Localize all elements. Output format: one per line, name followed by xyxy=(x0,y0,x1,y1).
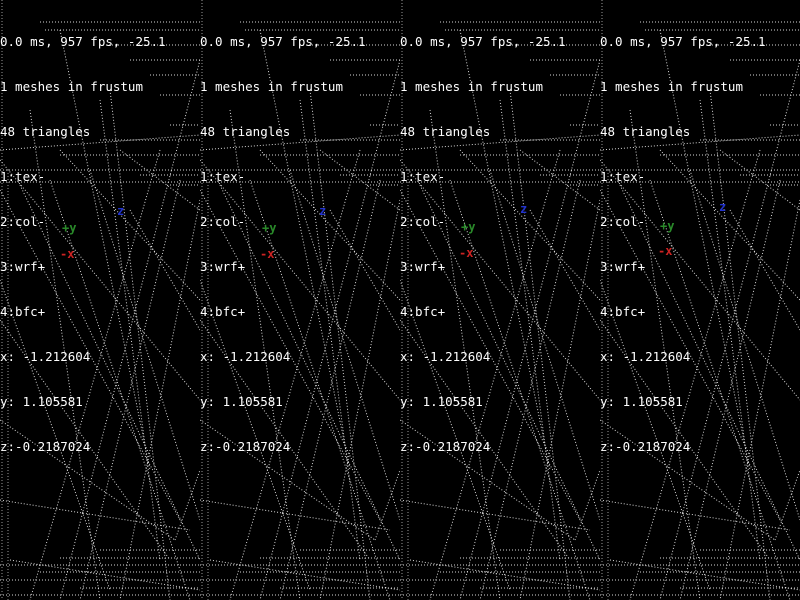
axis-label-x: -x xyxy=(658,244,673,258)
axis-label-y: +y xyxy=(62,221,77,235)
hud-pos-x: x: -1.212604 xyxy=(200,349,291,364)
axis-label-x: -x xyxy=(60,247,75,261)
hud-timing: 0.0 ms, 957 fps, -25.1 xyxy=(200,34,366,49)
axis-label-z: z xyxy=(719,200,727,214)
hud-triangle-count: 48 triangles xyxy=(200,124,291,139)
hud-toggle-tex: 1:tex- xyxy=(400,169,446,184)
axis-label-z: z xyxy=(319,204,327,218)
hud-pos-y: y: 1.105581 xyxy=(400,394,483,409)
hud-toggle-tex: 1:tex- xyxy=(200,169,246,184)
hud-toggle-col: 2:col- xyxy=(600,214,646,229)
hud-timing: 0.0 ms, 957 fps, -25.1 xyxy=(400,34,566,49)
axis-label-z: z xyxy=(520,202,528,216)
hud-toggle-tex: 1:tex- xyxy=(600,169,646,184)
hud-mesh-count: 1 meshes in frustum xyxy=(200,79,343,94)
hud-triangle-count: 48 triangles xyxy=(600,124,691,139)
hud-toggle-bfc: 4:bfc+ xyxy=(0,304,46,319)
hud-toggle-col: 2:col- xyxy=(400,214,446,229)
hud-toggle-bfc: 4:bfc+ xyxy=(200,304,246,319)
hud-toggle-wrf: 3:wrf+ xyxy=(0,259,46,274)
hud-pos-y: y: 1.105581 xyxy=(600,394,683,409)
viewport-panel-3: 0.0 ms, 957 fps, -25.1 1 meshes in frust… xyxy=(400,0,600,600)
hud-mesh-count: 1 meshes in frustum xyxy=(400,79,543,94)
viewport-panel-4: 0.0 ms, 957 fps, -25.1 1 meshes in frust… xyxy=(600,0,800,600)
hud-mesh-count: 1 meshes in frustum xyxy=(600,79,743,94)
hud-pos-z: z:-0.2187024 xyxy=(400,439,491,454)
axis-label-y: +y xyxy=(461,220,476,234)
hud-toggle-wrf: 3:wrf+ xyxy=(200,259,246,274)
hud-overlay: 0.0 ms, 957 fps, -25.1 1 meshes in frust… xyxy=(200,4,366,484)
hud-toggle-wrf: 3:wrf+ xyxy=(400,259,446,274)
hud-timing: 0.0 ms, 957 fps, -25.1 xyxy=(600,34,766,49)
hud-overlay: 0.0 ms, 957 fps, -25.1 1 meshes in frust… xyxy=(600,4,766,484)
axis-label-x: -x xyxy=(260,247,275,261)
viewport-panel-1: 0.0 ms, 957 fps, -25.1 1 meshes in frust… xyxy=(0,0,200,600)
viewport-panel-2: 0.0 ms, 957 fps, -25.1 1 meshes in frust… xyxy=(200,0,400,600)
hud-triangle-count: 48 triangles xyxy=(0,124,91,139)
hud-pos-z: z:-0.2187024 xyxy=(600,439,691,454)
hud-overlay: 0.0 ms, 957 fps, -25.1 1 meshes in frust… xyxy=(400,4,566,484)
hud-toggle-col: 2:col- xyxy=(200,214,246,229)
hud-toggle-bfc: 4:bfc+ xyxy=(600,304,646,319)
hud-triangle-count: 48 triangles xyxy=(400,124,491,139)
hud-toggle-wrf: 3:wrf+ xyxy=(600,259,646,274)
render-viewport[interactable]: 0.0 ms, 957 fps, -25.1 1 meshes in frust… xyxy=(0,0,800,600)
axis-label-x: -x xyxy=(459,246,474,260)
hud-timing: 0.0 ms, 957 fps, -25.1 xyxy=(0,34,166,49)
hud-mesh-count: 1 meshes in frustum xyxy=(0,79,143,94)
hud-pos-y: y: 1.105581 xyxy=(0,394,83,409)
hud-pos-z: z:-0.2187024 xyxy=(200,439,291,454)
hud-toggle-col: 2:col- xyxy=(0,214,46,229)
hud-pos-x: x: -1.212604 xyxy=(0,349,91,364)
hud-toggle-tex: 1:tex- xyxy=(0,169,46,184)
hud-pos-z: z:-0.2187024 xyxy=(0,439,91,454)
axis-label-y: +y xyxy=(262,221,277,235)
hud-pos-y: y: 1.105581 xyxy=(200,394,283,409)
axis-label-y: +y xyxy=(660,219,675,233)
hud-toggle-bfc: 4:bfc+ xyxy=(400,304,446,319)
hud-pos-x: x: -1.212604 xyxy=(400,349,491,364)
axis-label-z: z xyxy=(117,204,125,218)
hud-overlay: 0.0 ms, 957 fps, -25.1 1 meshes in frust… xyxy=(0,4,166,484)
hud-pos-x: x: -1.212604 xyxy=(600,349,691,364)
